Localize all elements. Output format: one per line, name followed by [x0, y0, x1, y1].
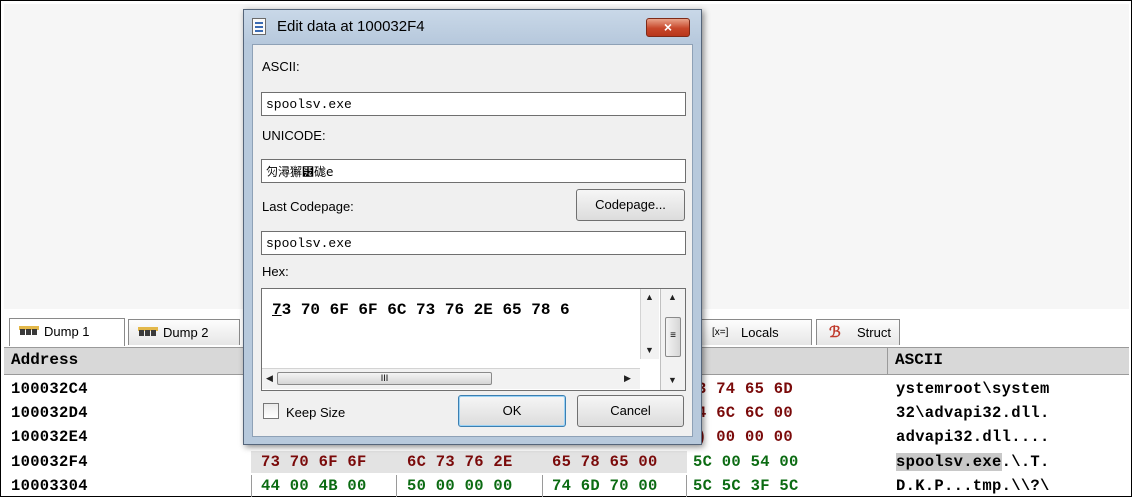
row-ascii: D.K.P...tmp.\\?\	[896, 477, 1050, 495]
scroll-right-icon: ▶	[624, 373, 631, 383]
address-column-header: Address	[11, 351, 79, 369]
inner-vertical-scrollbar[interactable]: ▲ ▼	[640, 289, 659, 359]
horizontal-scrollbar[interactable]: ◀ III ▶	[262, 368, 640, 389]
hex-label: Hex:	[262, 264, 289, 279]
unicode-label: UNICODE:	[262, 128, 326, 143]
scroll-up-icon: ▲	[645, 292, 654, 302]
scroll-left-icon: ◀	[266, 373, 273, 383]
row-address: 10003304	[11, 477, 88, 495]
table-row[interactable]: 10003304 44 00 4B 00 50 00 00 00 74 6D 7…	[4, 474, 1129, 498]
unicode-field[interactable]	[261, 159, 686, 183]
ascii-field[interactable]	[261, 92, 686, 116]
hex-content: 73 70 6F 6F 6C 73 76 2E 65 78 6	[272, 301, 570, 319]
scroll-thumb[interactable]: ≡	[665, 317, 681, 357]
memory-chip-icon	[19, 326, 39, 338]
document-icon	[252, 18, 266, 35]
debugger-window: Dump 1 Dump 2 [x=] Locals ℬ Struct Addre…	[0, 0, 1132, 497]
hex-group: 44 00 4B 00	[261, 477, 367, 495]
scroll-up-icon: ▲	[668, 292, 677, 302]
row-address: 100032C4	[11, 380, 88, 398]
tab-dump-2[interactable]: Dump 2	[128, 319, 240, 345]
row-hex: ) 00 00 00	[697, 428, 794, 446]
hex-group: 5C 5C 3F 5C	[693, 477, 799, 495]
close-icon: ×	[663, 19, 673, 35]
struct-icon: ℬ	[829, 324, 841, 341]
tab-label: Locals	[741, 325, 779, 340]
hex-group: 73 70 6F 6F	[261, 453, 367, 471]
row-hex: 4 6C 6C 00	[697, 404, 794, 422]
close-button[interactable]: ×	[646, 18, 690, 37]
hex-group: 5C 00 54 00	[693, 453, 799, 471]
row-ascii: advapi32.dll....	[896, 428, 1050, 446]
edit-data-dialog: Edit data at 100032F4 × ASCII: UNICODE: …	[243, 9, 702, 445]
row-ascii: 32\advapi32.dll.	[896, 404, 1050, 422]
ascii-column-header: ASCII	[895, 351, 944, 369]
codepage-button[interactable]: Codepage...	[576, 189, 685, 221]
locals-icon: [x=]	[712, 327, 729, 338]
scroll-down-icon: ▼	[668, 375, 677, 385]
tab-struct[interactable]: ℬ Struct	[816, 319, 900, 345]
tab-locals[interactable]: [x=] Locals	[700, 319, 812, 345]
cancel-button[interactable]: Cancel	[577, 395, 684, 427]
row-ascii: ystemroot\system	[896, 380, 1050, 398]
keep-size-checkbox[interactable]	[263, 403, 279, 419]
dialog-body: ASCII: UNICODE: Last Codepage: Codepage.…	[252, 44, 693, 437]
scroll-thumb[interactable]: III	[277, 372, 492, 385]
codepage-label: Last Codepage:	[262, 199, 354, 214]
keep-size-label: Keep Size	[286, 405, 346, 420]
hex-group: 74 6D 70 00	[552, 477, 658, 495]
memory-chip-icon	[138, 327, 158, 339]
row-address: 100032D4	[11, 404, 88, 422]
tab-label: Struct	[857, 325, 891, 340]
hex-group: 65 78 65 00	[552, 453, 658, 471]
hex-editor[interactable]: 73 70 6F 6F 6C 73 76 2E 65 78 6 ▲ ▼ ▲ ≡ …	[261, 288, 686, 391]
tab-dump-1[interactable]: Dump 1	[9, 318, 125, 346]
table-row-selected[interactable]: 100032F4 73 70 6F 6F 6C 73 76 2E 65 78 6…	[4, 450, 1129, 474]
ok-button[interactable]: OK	[458, 395, 566, 427]
hex-group: 6C 73 76 2E	[407, 453, 513, 471]
tab-label: Dump 1	[44, 324, 90, 339]
row-ascii: spoolsv.exe.\.T.	[896, 453, 1050, 471]
codepage-field[interactable]	[261, 231, 686, 255]
hex-group: 50 00 00 00	[407, 477, 513, 495]
outer-vertical-scrollbar[interactable]: ▲ ≡ ▼	[660, 289, 685, 390]
row-address: 100032F4	[11, 453, 88, 471]
scroll-down-icon: ▼	[645, 345, 654, 355]
ascii-label: ASCII:	[262, 59, 300, 74]
row-hex: 3 74 65 6D	[697, 380, 794, 398]
tab-label: Dump 2	[163, 325, 209, 340]
dialog-titlebar[interactable]: Edit data at 100032F4 ×	[244, 10, 701, 44]
row-address: 100032E4	[11, 428, 88, 446]
dialog-title: Edit data at 100032F4	[277, 18, 425, 35]
